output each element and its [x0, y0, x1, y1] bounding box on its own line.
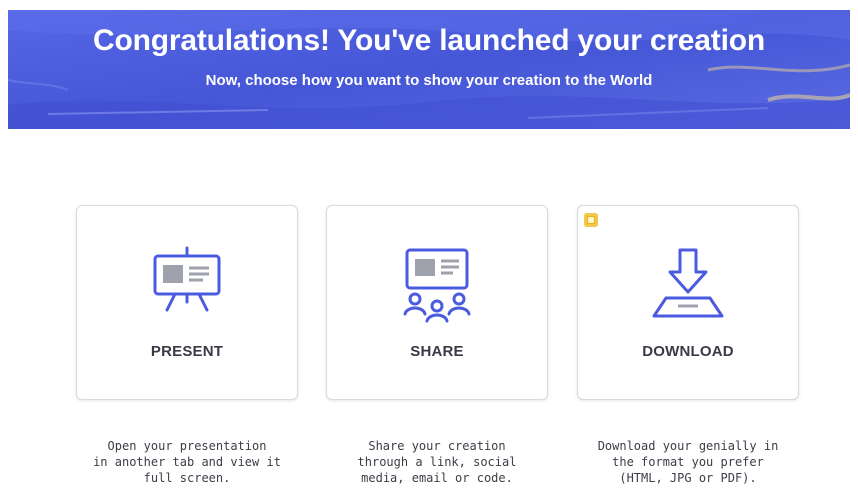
download-option-label: DOWNLOAD [642, 343, 734, 360]
header-banner: Congratulations! You've launched your cr… [8, 10, 850, 129]
banner-title: Congratulations! You've launched your cr… [93, 24, 765, 57]
present-option-card[interactable]: PRESENT [76, 205, 298, 400]
present-option-description: Open your presentation in another tab an… [93, 439, 281, 485]
presentation-board-icon [153, 246, 221, 312]
download-tray-icon [652, 248, 724, 318]
share-audience-icon [403, 248, 471, 323]
premium-crown-icon [584, 213, 598, 227]
share-option-card[interactable]: SHARE [326, 205, 548, 400]
download-option-description: Download your genially in the format you… [597, 439, 779, 485]
banner-subtitle: Now, choose how you want to show your cr… [205, 72, 653, 89]
download-option-card[interactable]: DOWNLOAD [577, 205, 799, 400]
present-option-label: PRESENT [150, 343, 224, 360]
share-option-description: Share your creation through a link, soci… [357, 439, 517, 485]
share-option-label: SHARE [410, 343, 464, 360]
